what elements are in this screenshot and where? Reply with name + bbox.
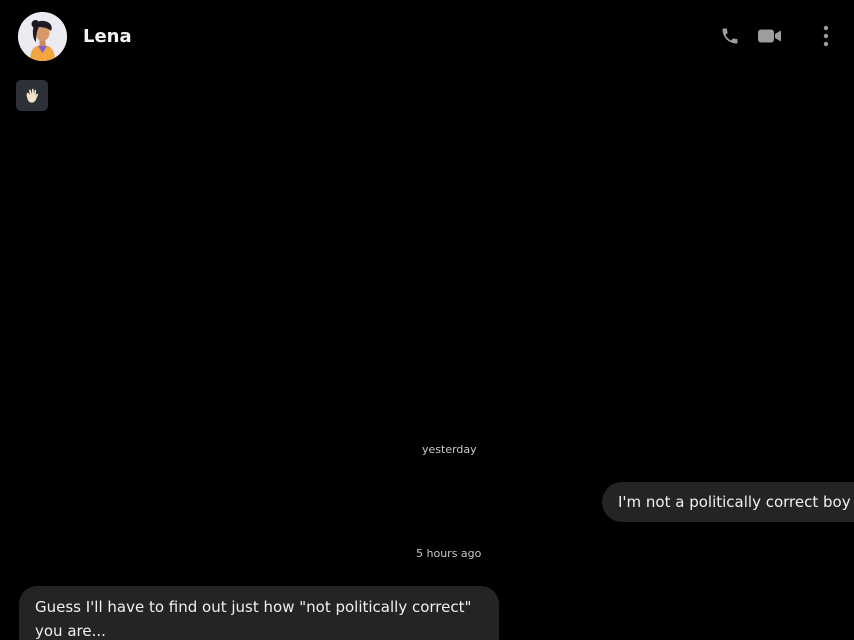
phone-icon — [722, 28, 738, 44]
more-vertical-icon — [823, 25, 829, 47]
wave-reaction-button[interactable] — [16, 80, 48, 111]
more-options-button[interactable] — [814, 24, 838, 48]
call-button[interactable] — [718, 24, 742, 48]
timestamp-recent: 5 hours ago — [416, 547, 482, 560]
outgoing-message[interactable]: I'm not a politically correct boy — [602, 482, 854, 522]
incoming-message[interactable]: Guess I'll have to find out just how "no… — [19, 586, 499, 640]
avatar-woman-icon — [18, 12, 67, 61]
message-text: Guess I'll have to find out just how "no… — [35, 598, 472, 640]
chat-header: Lena — [0, 0, 854, 72]
contact-name[interactable]: Lena — [83, 26, 132, 48]
chat-window: Lena yesterday I'm not a politically cor… — [0, 0, 854, 640]
contact-avatar[interactable] — [18, 12, 67, 61]
video-camera-icon — [758, 29, 781, 43]
message-text: I'm not a politically correct boy — [618, 493, 851, 511]
video-call-button[interactable] — [756, 24, 784, 48]
timestamp-yesterday: yesterday — [422, 443, 477, 456]
waving-hand-icon — [26, 88, 39, 103]
